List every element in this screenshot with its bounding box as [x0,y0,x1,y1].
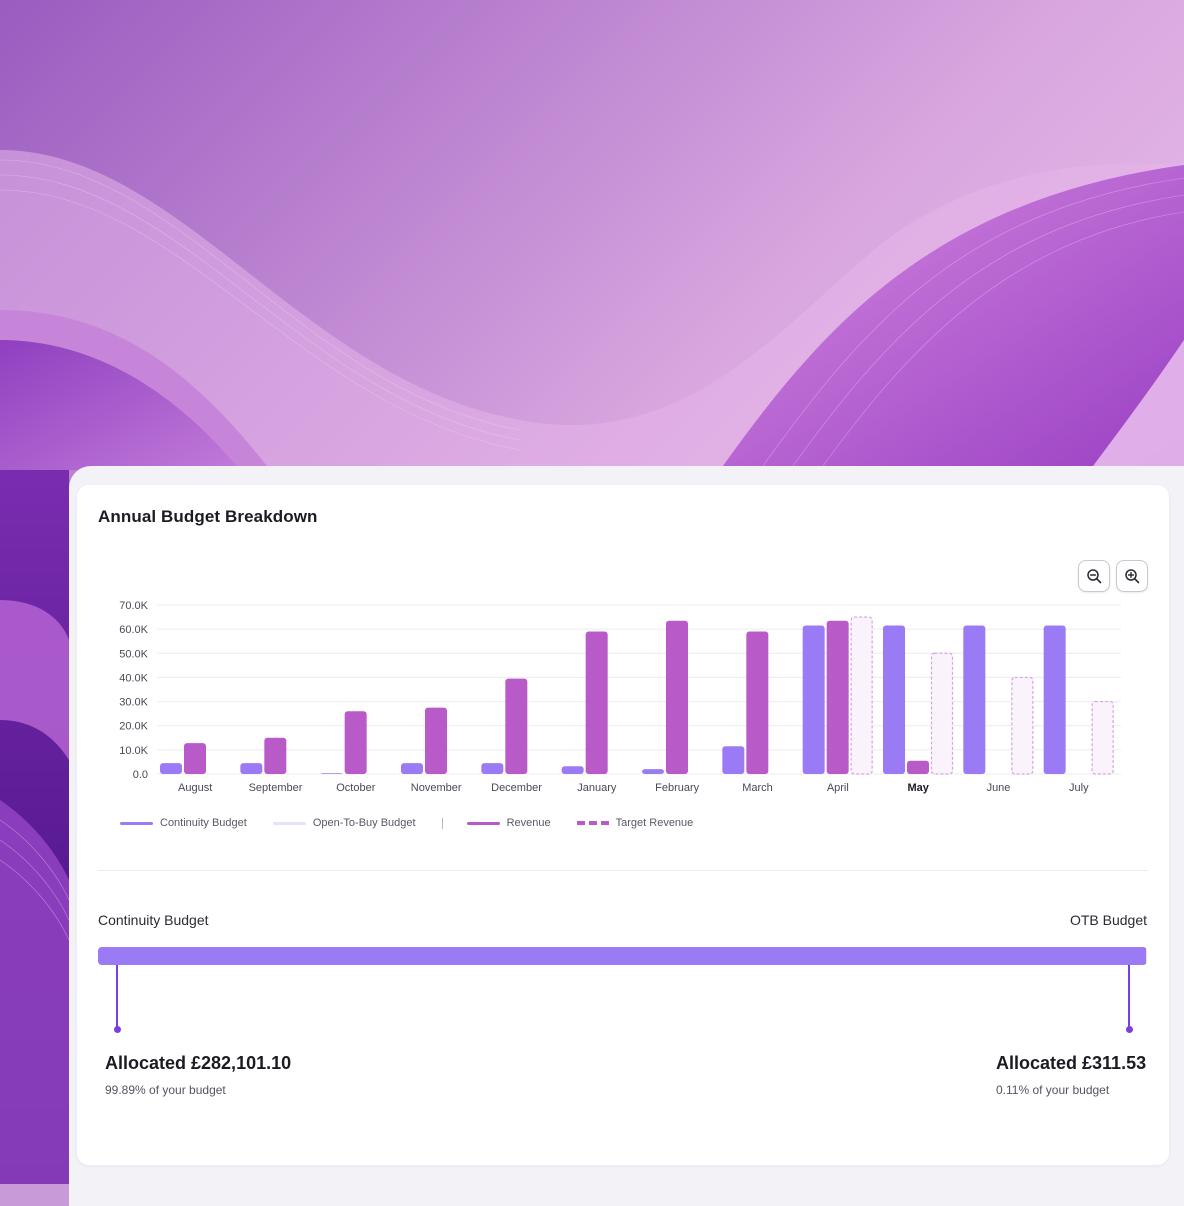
budget-split-bar [98,947,1147,965]
continuity-budget-bar [320,773,343,774]
x-tick-label: January [577,782,617,794]
x-tick-label: November [411,782,462,794]
target-revenue-bar [1011,676,1034,775]
continuity-budget-bar [963,625,986,774]
legend-swatch-revenue [466,821,500,825]
revenue-bar [264,737,287,774]
x-tick-label: July [1069,782,1089,794]
y-tick-label: 60.0K [119,624,148,636]
x-tick-label: February [655,782,700,794]
chart-legend: Continuity Budget Open-To-Buy Budget Rev… [120,815,719,831]
x-tick-label: June [987,782,1011,794]
y-tick-label: 70.0K [119,600,148,612]
x-tick-label: September [249,782,303,794]
x-tick-label: March [742,782,773,794]
otb-pointer-line [1128,965,1130,1029]
legend-item-revenue[interactable]: Revenue [466,817,551,829]
otb-budget-share: 0.11% of your budget [996,1083,1110,1097]
revenue-bar [826,620,849,774]
revenue-bar [344,711,367,774]
continuity-budget-bar [160,763,182,774]
continuity-budget-bar [642,769,664,774]
revenue-bar [666,620,688,774]
budget-bar-chart: 0.0 10.0K 20.0K 30.0K 40.0K 50.0K 60.0K 70.0K Au… [119,600,1121,794]
target-revenue-bar [1091,700,1114,775]
x-tick-label: May [907,782,929,794]
continuity-budget-bar [1043,625,1066,774]
otb-budget-label: OTB Budget [1069,912,1147,928]
section-divider [98,870,1148,871]
annual-budget-card: Annual Budget Breakdown 0.0 10.0K 20.0K 30.… [77,485,1169,1165]
x-tick-label: August [178,782,212,794]
revenue-bar [746,631,769,774]
revenue-bar [425,707,447,774]
revenue-bar [505,678,528,774]
continuity-pointer-dot [113,1026,121,1033]
legend-label-continuity: Continuity Budget [160,817,247,829]
y-tick-label: 50.0K [119,648,148,660]
continuity-pointer-line [116,965,118,1029]
y-tick-label: 0.0 [133,769,148,781]
target-revenue-bar [850,616,873,775]
y-tick-label: 30.0K [119,697,148,709]
legend-swatch-continuity [120,821,153,825]
legend-label-revenue: Revenue [506,817,551,829]
continuity-budget-bar [401,763,423,774]
continuity-budget-bar [883,625,905,774]
continuity-budget-bar [240,763,263,774]
x-tick-label: October [336,782,375,794]
continuity-budget-share: 99.89% of your budget [105,1083,226,1097]
y-tick-label: 40.0K [119,672,148,684]
target-revenue-bar [930,652,954,775]
otb-allocated-amount: Allocated £311.53 [996,1053,1147,1073]
x-tick-label: April [827,782,849,794]
legend-label-open-to-buy: Open-To-Buy Budget [312,817,416,829]
revenue-bar [585,631,608,774]
legend-item-continuity[interactable]: Continuity Budget [120,817,247,829]
continuity-allocated-amount: Allocated £282,101.10 [105,1053,292,1073]
legend-item-open-to-buy[interactable]: Open-To-Buy Budget [272,817,416,829]
continuity-budget-bar [481,763,504,774]
legend-swatch-open-to-buy [272,821,306,825]
y-tick-label: 20.0K [119,721,148,733]
legend-label-target-revenue: Target Revenue [615,817,694,829]
legend-separator [441,817,443,829]
continuity-budget-bar [722,746,745,774]
otb-pointer-dot [1125,1026,1133,1033]
continuity-budget-label: Continuity Budget [98,912,209,928]
legend-swatch-target-revenue [576,821,609,825]
revenue-bar [907,760,929,774]
continuity-budget-bar [561,766,584,774]
continuity-budget-fill [98,947,1146,965]
legend-item-target-revenue[interactable]: Target Revenue [576,817,694,829]
revenue-bar [184,743,206,774]
x-tick-label: December [491,782,542,794]
continuity-budget-bar [802,625,825,774]
y-tick-label: 10.0K [119,745,148,757]
